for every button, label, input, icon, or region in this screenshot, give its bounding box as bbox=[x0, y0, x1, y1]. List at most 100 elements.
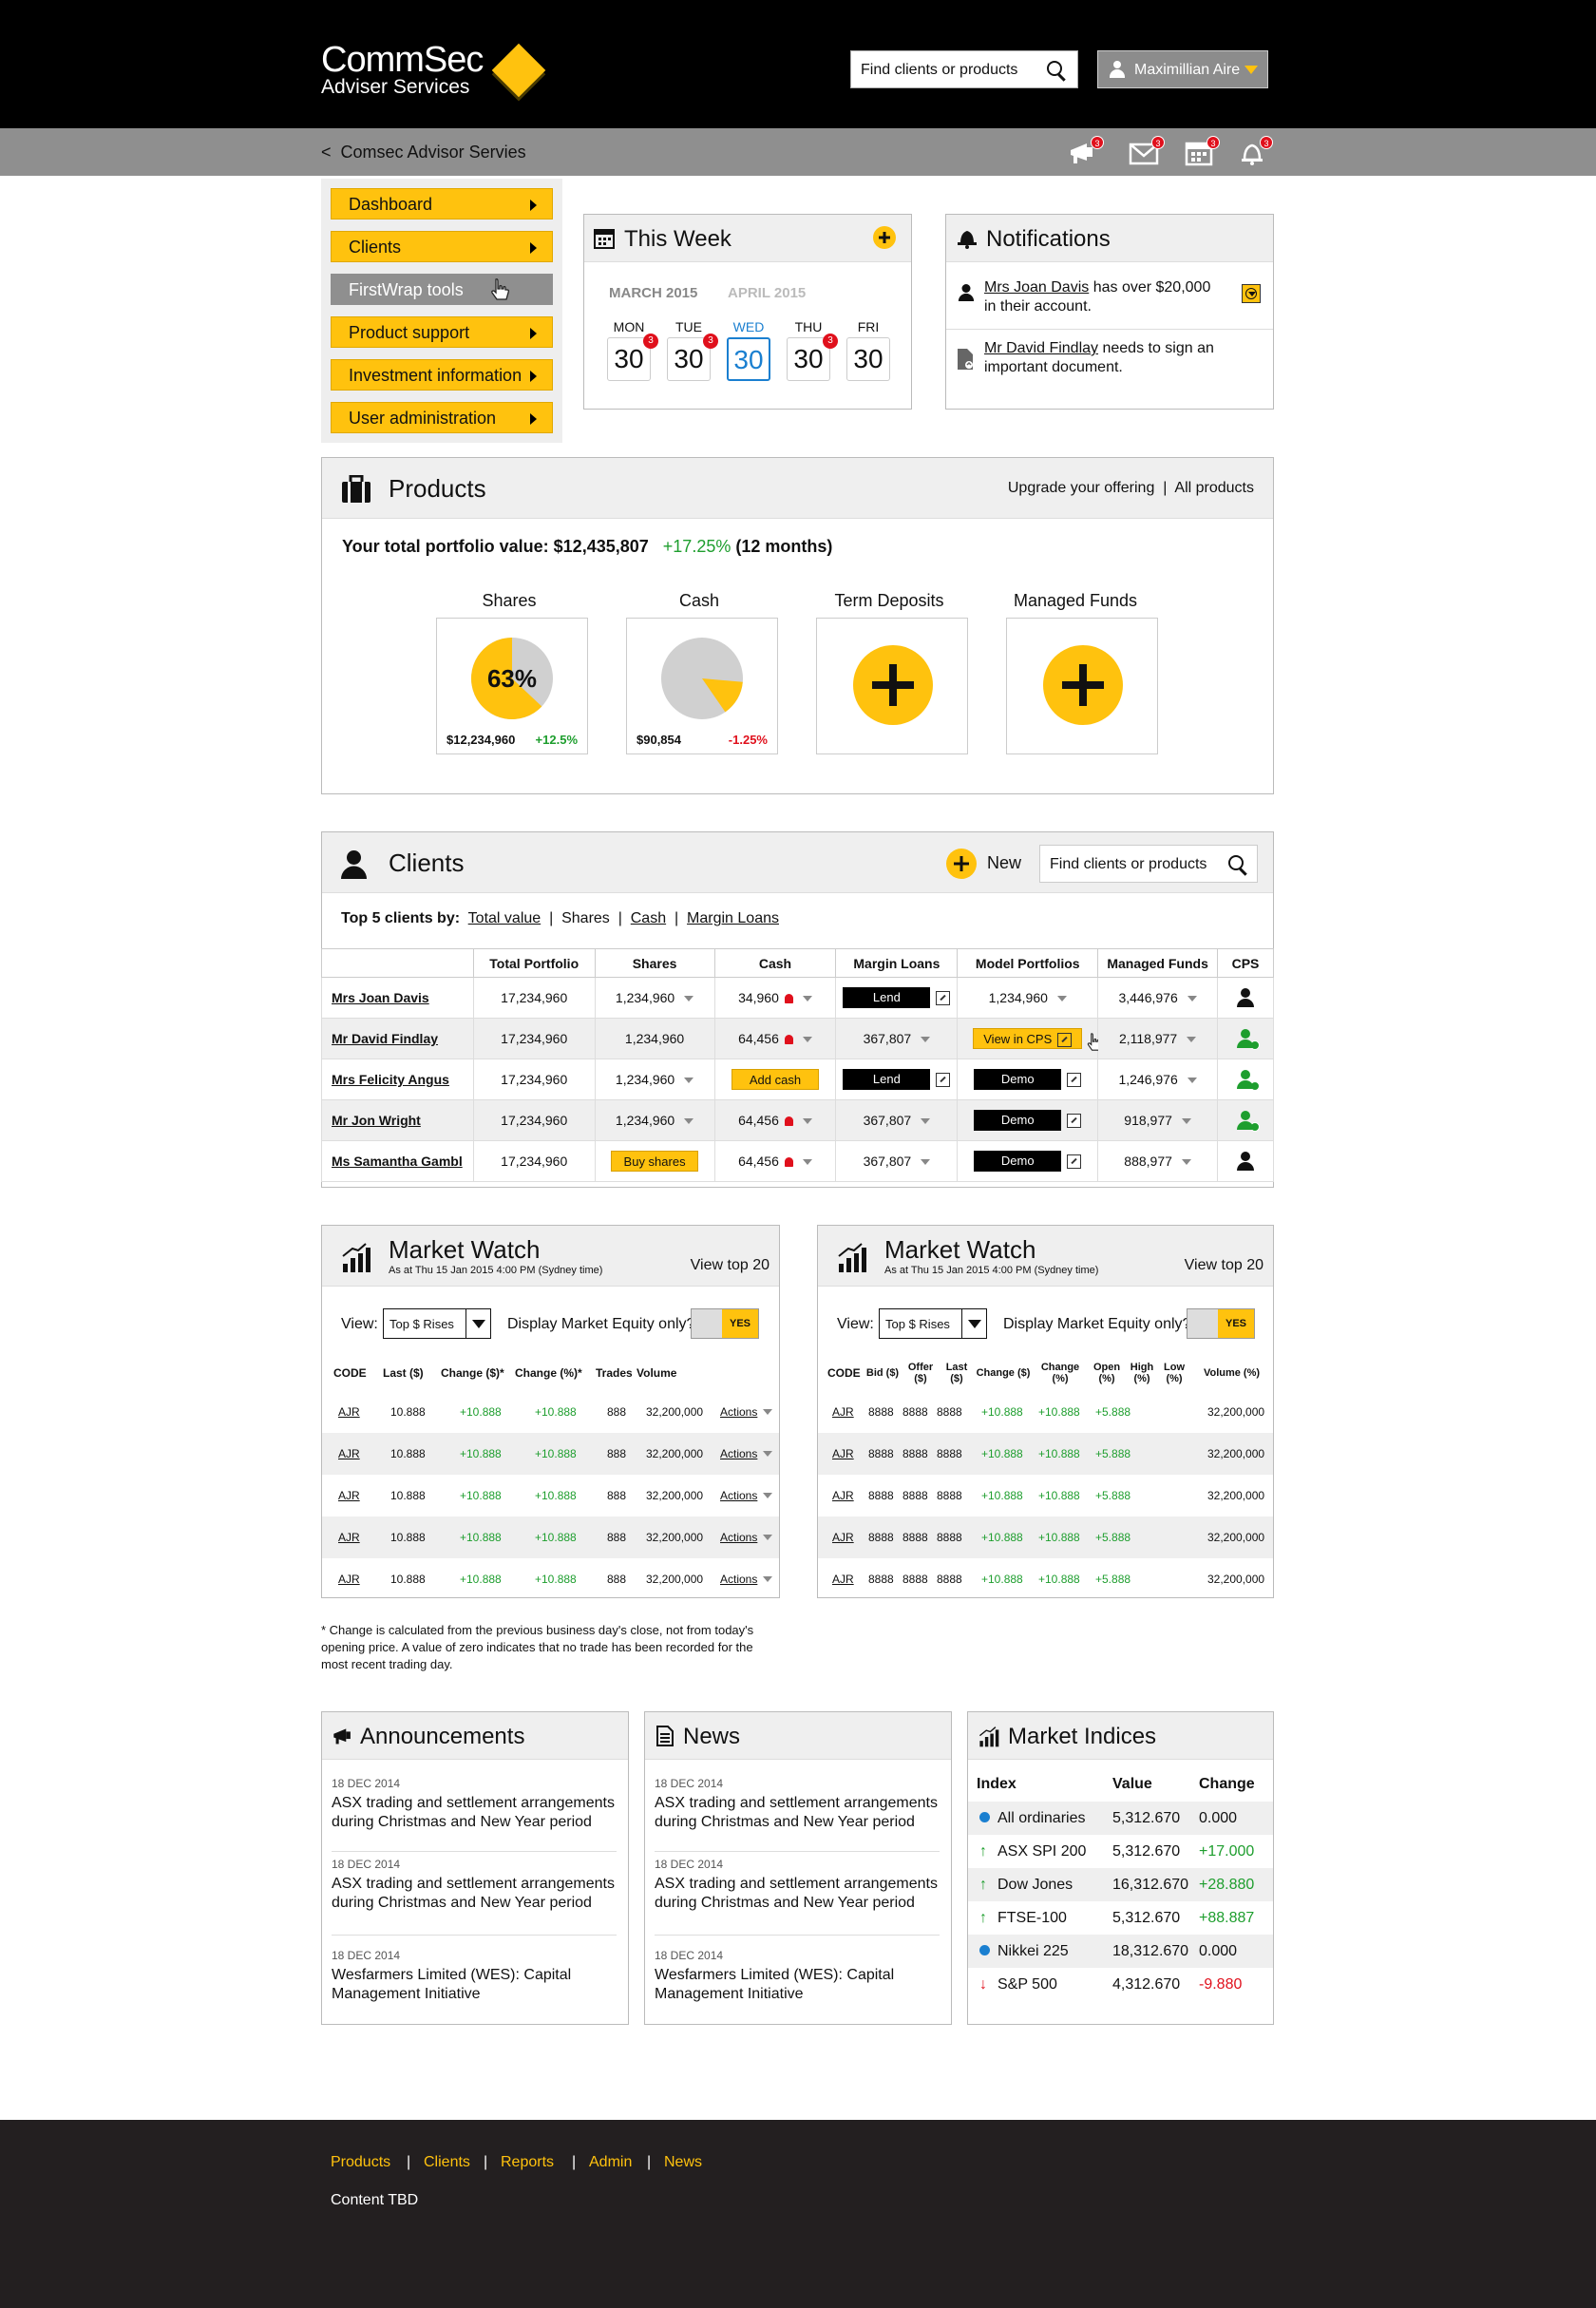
stock-code-link[interactable]: AJR bbox=[338, 1447, 360, 1460]
market-view-select[interactable]: Top $ Rises bbox=[879, 1308, 987, 1339]
margin-cell[interactable]: 367,807 bbox=[835, 1099, 959, 1141]
col-header[interactable]: Model Portfolios bbox=[957, 948, 1099, 978]
list-item[interactable]: 18 DEC 2014 ASX trading and settlement a… bbox=[332, 1858, 617, 1913]
cps-add-user-icon[interactable] bbox=[1237, 1029, 1260, 1050]
index-row[interactable]: ↑ FTSE-100 5,312.670 +88.887 bbox=[968, 1901, 1273, 1935]
chevron-down-icon[interactable] bbox=[1187, 996, 1197, 1002]
add-event-icon[interactable] bbox=[873, 226, 896, 249]
equity-only-toggle[interactable]: YES bbox=[1187, 1308, 1255, 1339]
chevron-down-icon[interactable] bbox=[763, 1535, 772, 1540]
client-name-link[interactable]: Mrs Felicity Angus bbox=[321, 1059, 474, 1100]
actions-menu[interactable]: Actions bbox=[720, 1405, 757, 1419]
equity-only-toggle[interactable]: YES bbox=[691, 1308, 759, 1339]
index-row[interactable]: ↓ S&P 500 4,312.670 -9.880 bbox=[968, 1968, 1273, 2001]
logo-wordmark[interactable]: CommSec bbox=[321, 42, 484, 78]
index-row[interactable]: Nikkei 225 18,312.670 0.000 bbox=[968, 1935, 1273, 1968]
list-item[interactable]: 18 DEC 2014 ASX trading and settlement a… bbox=[332, 1777, 617, 1832]
col-header[interactable]: Total Portfolio bbox=[472, 948, 596, 978]
chevron-down-icon[interactable] bbox=[684, 1078, 694, 1084]
chevron-down-icon[interactable] bbox=[763, 1409, 772, 1415]
stock-code-link[interactable]: AJR bbox=[832, 1531, 854, 1544]
margin-cell[interactable]: 367,807 bbox=[835, 1140, 959, 1182]
list-item[interactable]: 18 DEC 2014 Wesfarmers Limited (WES): Ca… bbox=[332, 1949, 617, 2004]
external-link-icon[interactable] bbox=[936, 990, 951, 1005]
external-link-icon[interactable] bbox=[936, 1072, 951, 1087]
footer-link-products[interactable]: Products bbox=[331, 2154, 390, 2171]
shares-cell[interactable]: 1,234,960 bbox=[594, 1099, 715, 1141]
shares-cell[interactable]: 1,234,960 bbox=[594, 977, 715, 1019]
model-cell[interactable]: 1,234,960 bbox=[957, 977, 1099, 1019]
col-header[interactable]: CPS bbox=[1217, 948, 1274, 978]
filter-shares[interactable]: Shares bbox=[561, 910, 610, 926]
external-link-icon[interactable] bbox=[1067, 1154, 1082, 1169]
chevron-down-icon[interactable] bbox=[1187, 1078, 1197, 1084]
chevron-down-icon[interactable] bbox=[1181, 1159, 1191, 1166]
filter-margin-loans[interactable]: Margin Loans bbox=[687, 910, 779, 926]
stock-code-link[interactable]: AJR bbox=[832, 1405, 854, 1419]
index-row[interactable]: ↑ ASX SPI 200 5,312.670 +17.000 bbox=[968, 1835, 1273, 1868]
footer-link-news[interactable]: News bbox=[664, 2154, 702, 2171]
actions-menu[interactable]: Actions bbox=[720, 1573, 757, 1586]
chevron-down-icon[interactable] bbox=[802, 996, 812, 1002]
search-icon[interactable] bbox=[1228, 855, 1244, 870]
footer-link-admin[interactable]: Admin bbox=[589, 2154, 632, 2171]
search-icon[interactable] bbox=[1047, 61, 1062, 76]
cash-cell[interactable]: 64,456 bbox=[713, 1099, 837, 1141]
list-item[interactable]: 18 DEC 2014 Wesfarmers Limited (WES): Ca… bbox=[655, 1949, 940, 2004]
client-name-link[interactable]: Mr David Findlay bbox=[321, 1018, 474, 1059]
shares-tile[interactable]: 63% $12,234,960 +12.5% bbox=[436, 618, 588, 754]
chevron-down-icon[interactable] bbox=[921, 1159, 931, 1166]
funds-cell[interactable]: 2,118,977 bbox=[1097, 1018, 1219, 1059]
calendar-icon[interactable]: 3 bbox=[1184, 136, 1220, 166]
chevron-down-icon[interactable] bbox=[802, 1037, 812, 1043]
cps-add-user-icon[interactable] bbox=[1237, 1111, 1260, 1132]
funds-cell[interactable]: 918,977 bbox=[1097, 1099, 1219, 1141]
cash-cell[interactable]: 64,456 bbox=[713, 1140, 837, 1182]
index-row[interactable]: ↑ Dow Jones 16,312.670 +28.880 bbox=[968, 1868, 1273, 1901]
filter-total-value[interactable]: Total value bbox=[468, 910, 542, 926]
funds-cell[interactable]: 1,246,976 bbox=[1097, 1059, 1219, 1100]
cash-cell[interactable]: 34,960 bbox=[713, 977, 837, 1019]
month-march[interactable]: MARCH 2015 bbox=[609, 285, 697, 301]
chevron-down-icon[interactable] bbox=[763, 1493, 772, 1498]
lend-button[interactable]: Lend bbox=[843, 1069, 931, 1090]
nav-item-user-administration[interactable]: User administration bbox=[331, 402, 553, 433]
stock-code-link[interactable]: AJR bbox=[832, 1447, 854, 1460]
managed-funds-tile[interactable] bbox=[1006, 618, 1158, 754]
index-row[interactable]: All ordinaries 5,312.670 0.000 bbox=[968, 1802, 1273, 1835]
global-search-input[interactable]: Find clients or products bbox=[850, 50, 1078, 88]
stock-code-link[interactable]: AJR bbox=[832, 1573, 854, 1586]
chevron-down-icon[interactable] bbox=[763, 1451, 772, 1457]
clients-search-input[interactable]: Find clients or products bbox=[1039, 845, 1258, 883]
external-link-icon[interactable] bbox=[1067, 1072, 1082, 1087]
nav-item-dashboard[interactable]: Dashboard bbox=[331, 188, 553, 219]
col-header[interactable]: Managed Funds bbox=[1097, 948, 1219, 978]
shares-cell[interactable]: 1,234,960 bbox=[594, 1059, 715, 1100]
view-in-cps-button[interactable]: View in CPS bbox=[973, 1028, 1083, 1049]
col-header[interactable]: Margin Loans bbox=[835, 948, 959, 978]
nav-item-investment-information[interactable]: Investment information bbox=[331, 359, 553, 391]
user-menu-button[interactable]: Maximillian Aire bbox=[1097, 50, 1268, 88]
stock-code-link[interactable]: AJR bbox=[338, 1489, 360, 1502]
chevron-down-icon[interactable] bbox=[921, 1118, 931, 1125]
demo-button[interactable]: Demo bbox=[974, 1069, 1062, 1090]
cash-tile[interactable]: $90,854 -1.25% bbox=[626, 618, 778, 754]
expand-chevron-icon[interactable] bbox=[1242, 284, 1261, 303]
add-cash-button[interactable]: Add cash bbox=[731, 1069, 819, 1090]
breadcrumb[interactable]: < Comsec Advisor Servies bbox=[321, 143, 526, 162]
client-name-link[interactable]: Ms Samantha Gambl bbox=[321, 1140, 474, 1182]
margin-cell[interactable]: 367,807 bbox=[835, 1018, 959, 1059]
demo-button[interactable]: Demo bbox=[974, 1151, 1062, 1172]
chevron-down-icon[interactable] bbox=[1181, 1118, 1191, 1125]
upgrade-offering-link[interactable]: Upgrade your offering bbox=[1008, 480, 1154, 496]
stock-code-link[interactable]: AJR bbox=[338, 1405, 360, 1419]
nav-item-product-support[interactable]: Product support bbox=[331, 316, 553, 348]
messages-icon[interactable]: 3 bbox=[1129, 136, 1165, 166]
stock-code-link[interactable]: AJR bbox=[338, 1573, 360, 1586]
add-client-icon[interactable] bbox=[946, 849, 977, 879]
cps-user-icon[interactable] bbox=[1237, 1152, 1254, 1171]
external-link-icon[interactable] bbox=[1067, 1113, 1082, 1128]
back-arrow-icon[interactable]: < bbox=[321, 143, 332, 162]
chevron-down-icon[interactable] bbox=[763, 1576, 772, 1582]
actions-menu[interactable]: Actions bbox=[720, 1447, 757, 1460]
